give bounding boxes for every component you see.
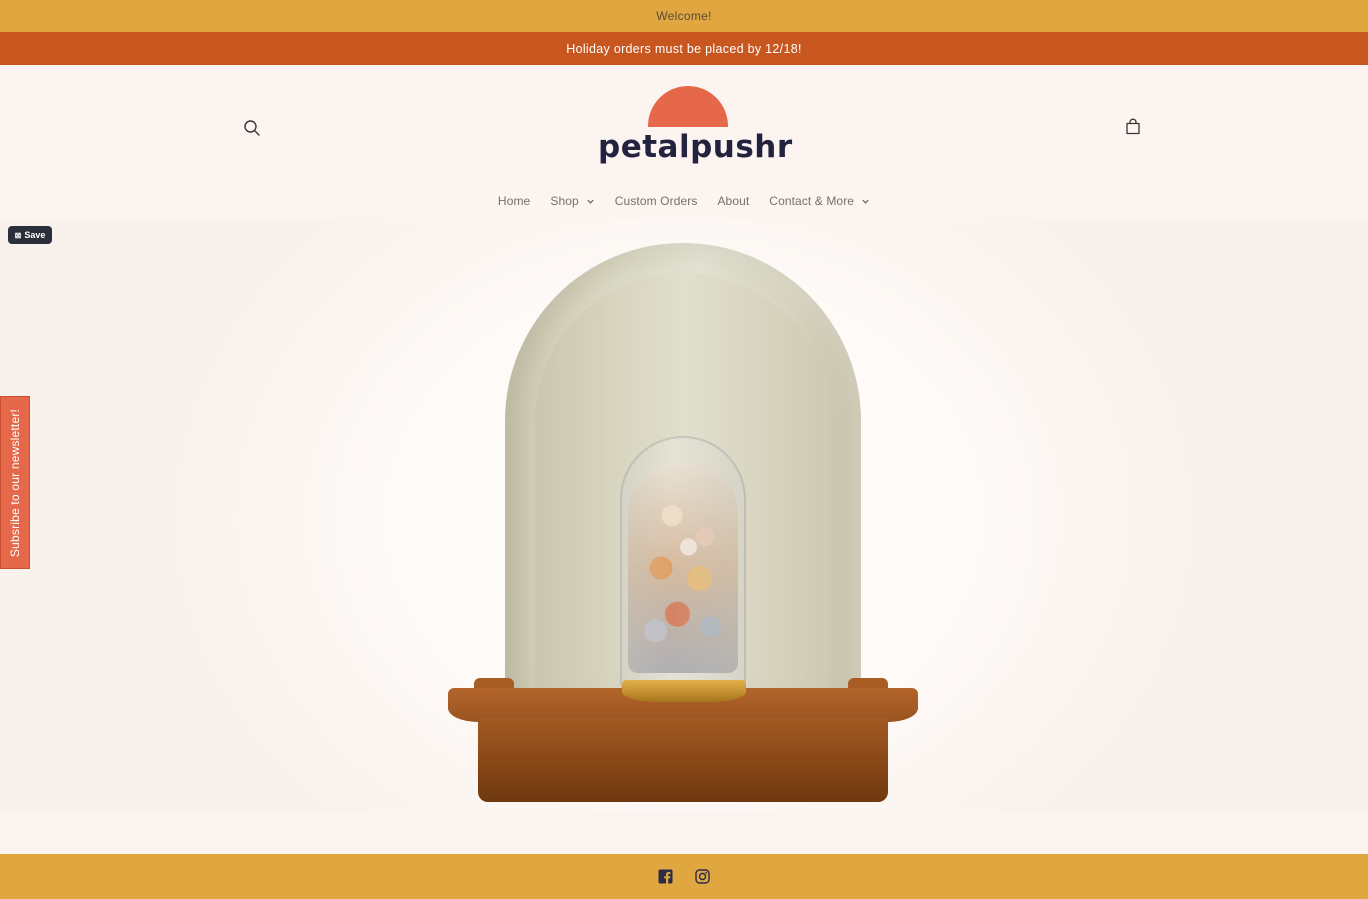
nav-item-label: Custom Orders [614,194,698,208]
search-icon[interactable] [242,118,262,138]
hero-banner-image [0,218,1368,812]
nav-item-home[interactable]: Home [488,194,540,208]
nav-item-about[interactable]: About [707,194,759,208]
footer-bar [0,854,1368,899]
nav-item-label: Home [497,194,531,208]
instagram-icon[interactable] [695,869,710,884]
nav-item-contact[interactable]: Contact & More [759,194,880,208]
logo-sun-icon [648,86,728,127]
nav-item-shop[interactable]: Shop [540,194,604,208]
logo-text: petalpushr [598,129,793,165]
holiday-announcement-bar: Holiday orders must be placed by 12/18! [0,32,1368,65]
welcome-bar: Welcome! [0,0,1368,32]
cloche-gold-base [622,680,746,702]
nav-item-custom-orders[interactable]: Custom Orders [605,194,708,208]
chevron-down-icon [862,199,869,204]
save-label: Save [24,230,46,240]
nav-item-label: Contact & More [769,194,855,208]
welcome-text: Welcome! [656,9,712,23]
newsletter-label: Subsribe to our newsletter! [8,408,22,557]
facebook-icon[interactable] [658,869,673,884]
nav-item-label: About [717,194,750,208]
cart-icon[interactable] [1123,117,1143,137]
site-header: petalpushr Home Shop Custom Orders About… [0,65,1368,218]
site-logo[interactable]: petalpushr [598,85,793,167]
chevron-down-icon [587,199,594,204]
glass-cloche [620,436,746,691]
nav-item-label: Shop [550,194,579,208]
wooden-shelf-front [478,718,888,802]
save-icon: ⊠ [14,230,22,240]
holiday-announcement-text: Holiday orders must be placed by 12/18! [566,41,802,56]
main-nav: Home Shop Custom Orders About Contact & … [0,189,1368,213]
save-button[interactable]: ⊠ Save [8,226,52,244]
newsletter-tab[interactable]: Subsribe to our newsletter! [0,396,30,569]
